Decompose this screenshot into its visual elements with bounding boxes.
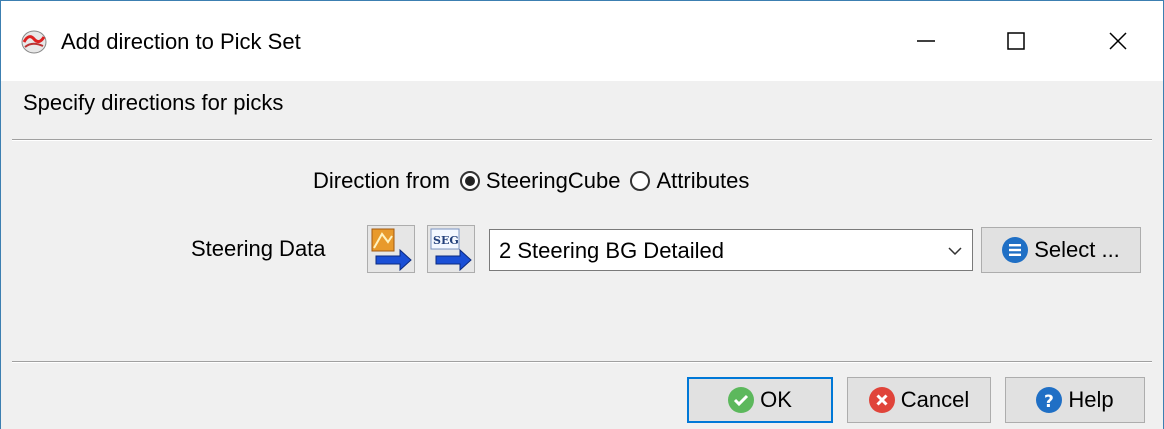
close-icon <box>1109 32 1127 50</box>
maximize-button[interactable] <box>971 1 1061 81</box>
seg-import-button[interactable]: SEG <box>427 225 475 273</box>
attributes-radio-label[interactable]: Attributes <box>656 168 749 194</box>
list-icon <box>1002 237 1029 263</box>
cancel-button[interactable]: Cancel <box>847 377 991 423</box>
minimize-icon <box>917 40 935 42</box>
close-button[interactable] <box>1073 1 1163 81</box>
check-icon <box>728 387 755 413</box>
seg-import-icon: SEG <box>430 228 472 272</box>
svg-text:SEG: SEG <box>433 234 459 247</box>
direction-row: Direction from SteeringCube Attributes <box>313 166 749 196</box>
title-bar[interactable]: Add direction to Pick Set <box>1 1 1163 81</box>
import-arrow-icon <box>371 228 412 272</box>
steeringcube-radio-label[interactable]: SteeringCube <box>486 168 621 194</box>
footer-divider <box>12 361 1152 363</box>
steering-data-label: Steering Data <box>191 236 326 261</box>
minimize-button[interactable] <box>881 1 971 81</box>
help-button-label: Help <box>1068 387 1114 412</box>
help-icon: ? <box>1036 387 1063 413</box>
app-icon <box>20 29 48 55</box>
help-button[interactable]: ? Help <box>1005 377 1145 423</box>
maximize-icon <box>1007 32 1025 50</box>
select-button[interactable]: Select ... <box>981 227 1141 273</box>
attributes-radio[interactable] <box>630 171 651 191</box>
steering-data-selected: 2 Steering BG Detailed <box>499 238 725 263</box>
dialog-body: Specify directions for picks Direction f… <box>1 81 1163 429</box>
cancel-icon <box>868 387 895 413</box>
select-button-label: Select ... <box>1034 237 1120 262</box>
steering-data-combobox[interactable]: 2 Steering BG Detailed <box>489 229 973 271</box>
dialog-heading: Specify directions for picks <box>23 90 284 115</box>
divider <box>12 139 1152 141</box>
ok-button-label: OK <box>760 387 792 412</box>
direction-label: Direction from <box>313 168 450 193</box>
dialog-window: Add direction to Pick Set Specify direct… <box>0 0 1164 429</box>
steeringcube-radio[interactable] <box>459 171 480 191</box>
svg-text:?: ? <box>1044 392 1054 412</box>
cancel-button-label: Cancel <box>900 387 970 412</box>
import-steering-button[interactable] <box>367 225 415 273</box>
chevron-down-icon <box>948 247 962 256</box>
window-title: Add direction to Pick Set <box>61 29 301 54</box>
ok-button[interactable]: OK <box>687 377 833 423</box>
